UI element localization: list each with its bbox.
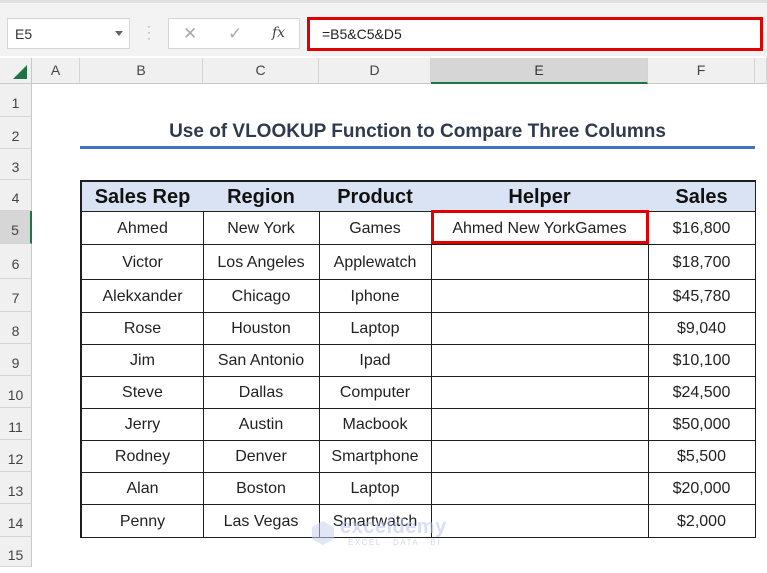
row-header-9[interactable]: 9 [0, 344, 32, 376]
cancel-icon[interactable]: ✕ [183, 24, 197, 44]
cell-sales[interactable]: $18,700 [648, 244, 756, 280]
cell-helper[interactable] [431, 312, 649, 345]
exceldemy-logo-icon [312, 521, 334, 545]
chevron-down-icon[interactable] [115, 31, 123, 36]
select-all-icon [13, 65, 27, 79]
row-header-8[interactable]: 8 [0, 312, 32, 344]
cell-sales-rep[interactable]: Victor [80, 244, 204, 280]
formula-toolbar: E5 · · · ✕ ✓ fx =B5&C5&D5 [0, 0, 767, 56]
row-header-2[interactable]: 2 [0, 117, 32, 149]
cell-region[interactable]: Boston [203, 472, 320, 505]
cell-region[interactable]: New York [203, 211, 320, 245]
column-header-e[interactable]: E [431, 58, 648, 84]
row-header-6[interactable]: 6 [0, 244, 32, 279]
select-all-button[interactable] [0, 58, 32, 84]
row-header-7[interactable]: 7 [0, 279, 32, 312]
header-sales-rep[interactable]: Sales Rep [80, 180, 204, 212]
insert-function-icon[interactable]: fx [272, 25, 285, 41]
cell-sales-rep[interactable]: Rodney [80, 440, 204, 473]
name-box-value: E5 [15, 26, 33, 42]
cell-region[interactable]: Las Vegas [203, 504, 320, 538]
column-header-g[interactable] [755, 58, 767, 84]
column-header-f[interactable]: F [648, 58, 755, 84]
enter-icon[interactable]: ✓ [228, 24, 242, 44]
column-header-a[interactable]: A [32, 58, 80, 84]
active-cell-highlight [431, 210, 649, 244]
header-product[interactable]: Product [319, 180, 432, 212]
cell-product[interactable]: Applewatch [319, 244, 432, 280]
cell-helper[interactable] [431, 472, 649, 505]
cell-helper[interactable] [431, 440, 649, 473]
row-header-4[interactable]: 4 [0, 180, 32, 211]
header-sales[interactable]: Sales [648, 180, 756, 212]
row-header-1[interactable]: 1 [0, 84, 32, 117]
watermark-tagline: EXCEL · DATA · BI [348, 538, 441, 547]
cell-region[interactable]: Austin [203, 408, 320, 441]
cell-region[interactable]: Los Angeles [203, 244, 320, 280]
cell-sales-rep[interactable]: Ahmed [80, 211, 204, 245]
cell-product[interactable]: Computer [319, 376, 432, 409]
row-header-5[interactable]: 5 [0, 211, 32, 244]
watermark: exceldemy EXCEL · DATA · BI [312, 516, 462, 549]
cell-region[interactable]: San Antonio [203, 344, 320, 377]
row-header-11[interactable]: 11 [0, 408, 32, 440]
name-box[interactable]: E5 [7, 18, 130, 49]
cell-sales[interactable]: $20,000 [648, 472, 756, 505]
cell-sales[interactable]: $10,100 [648, 344, 756, 377]
column-header-b[interactable]: B [80, 58, 203, 84]
formula-input[interactable]: =B5&C5&D5 [307, 17, 763, 51]
cell-sales-rep[interactable]: Steve [80, 376, 204, 409]
cell-product[interactable]: Macbook [319, 408, 432, 441]
cell-sales[interactable]: $2,000 [648, 504, 756, 538]
cell-helper[interactable] [431, 244, 649, 280]
cell-sales[interactable]: $9,040 [648, 312, 756, 345]
watermark-name: exceldemy [340, 516, 447, 538]
sheet-title: Use of VLOOKUP Function to Compare Three… [169, 121, 666, 142]
cell-sales-rep[interactable]: Jim [80, 344, 204, 377]
cell-sales[interactable]: $16,800 [648, 211, 756, 245]
cell-sales-rep[interactable]: Alekxander [80, 279, 204, 313]
cell-product[interactable]: Games [319, 211, 432, 245]
cell-sales-rep[interactable]: Penny [80, 504, 204, 538]
cell-product[interactable]: Ipad [319, 344, 432, 377]
cell-sales[interactable]: $45,780 [648, 279, 756, 313]
row-header-15[interactable]: 15 [0, 537, 32, 567]
cell-product[interactable]: Laptop [319, 312, 432, 345]
cell-product[interactable]: Iphone [319, 279, 432, 313]
row-header-10[interactable]: 10 [0, 376, 32, 408]
cell-product[interactable]: Laptop [319, 472, 432, 505]
cell-helper[interactable] [431, 376, 649, 409]
cell-sales[interactable]: $5,500 [648, 440, 756, 473]
row-header-12[interactable]: 12 [0, 440, 32, 472]
formula-actions: ✕ ✓ fx [168, 18, 300, 49]
cell-sales-rep[interactable]: Jerry [80, 408, 204, 441]
cell-product[interactable]: Smartphone [319, 440, 432, 473]
header-helper[interactable]: Helper [431, 180, 649, 212]
cell-sales-rep[interactable]: Alan [80, 472, 204, 505]
cell-helper[interactable] [431, 504, 649, 538]
title-underline [80, 146, 755, 149]
column-header-d[interactable]: D [319, 58, 431, 84]
row-header-3[interactable]: 3 [0, 149, 32, 180]
cell-sales[interactable]: $24,500 [648, 376, 756, 409]
header-region[interactable]: Region [203, 180, 320, 212]
row-header-13[interactable]: 13 [0, 472, 32, 504]
cell-region[interactable]: Chicago [203, 279, 320, 313]
cell-helper[interactable] [431, 408, 649, 441]
cell-helper[interactable] [431, 344, 649, 377]
cell-region[interactable]: Houston [203, 312, 320, 345]
cell-region[interactable]: Dallas [203, 376, 320, 409]
cell-sales[interactable]: $50,000 [648, 408, 756, 441]
drag-handle-icon[interactable]: · · · [147, 20, 151, 44]
column-header-c[interactable]: C [203, 58, 319, 84]
row-header-14[interactable]: 14 [0, 504, 32, 537]
cell-helper[interactable] [431, 279, 649, 313]
cell-region[interactable]: Denver [203, 440, 320, 473]
cell-sales-rep[interactable]: Rose [80, 312, 204, 345]
